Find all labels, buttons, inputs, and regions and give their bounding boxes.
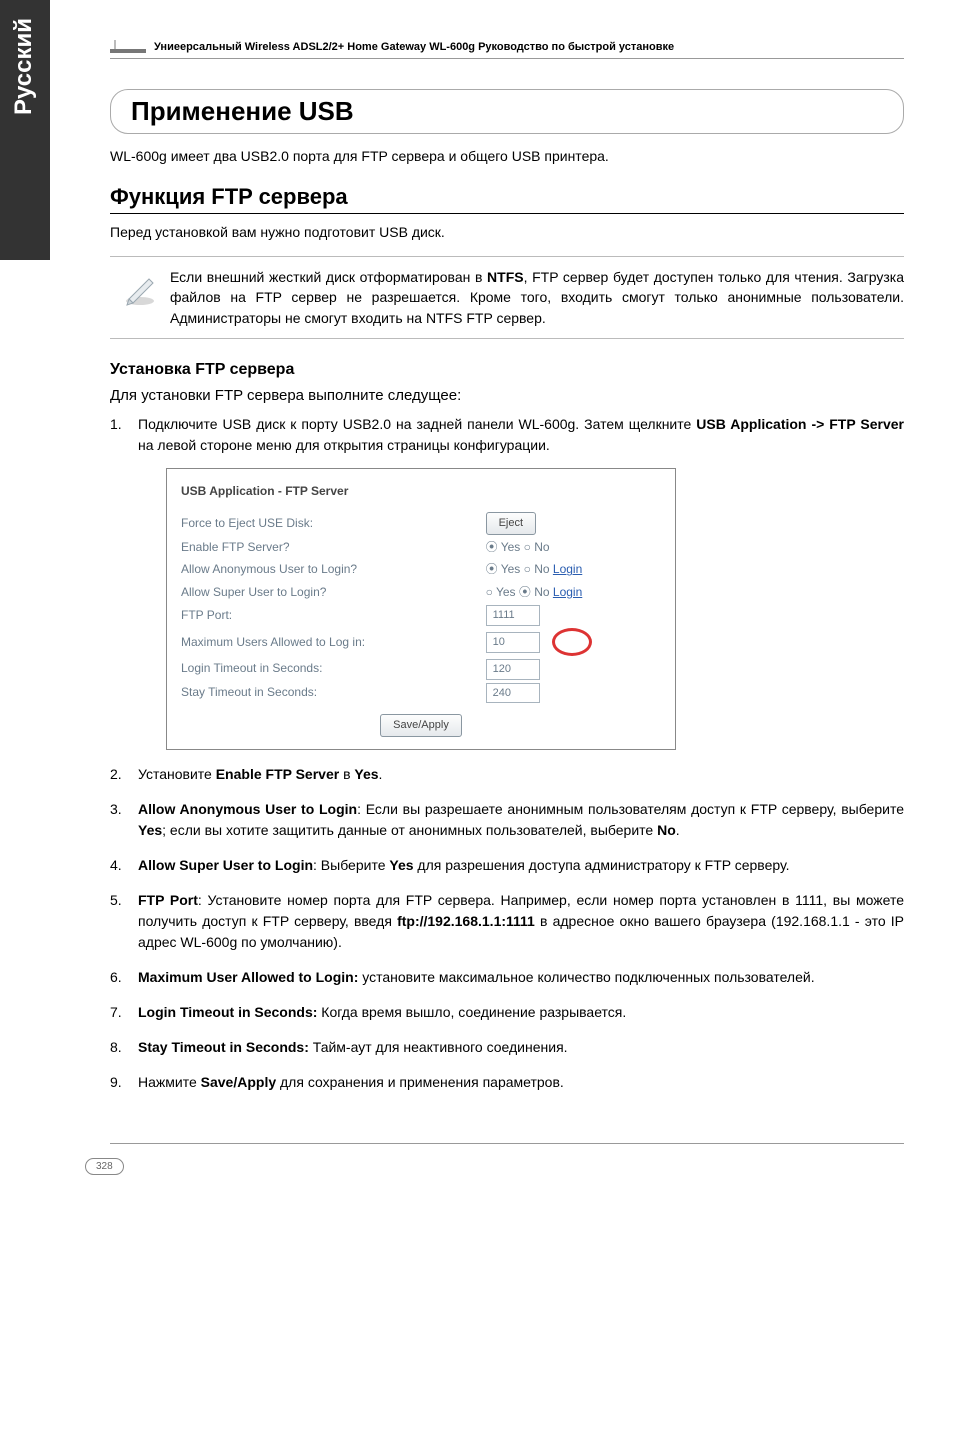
s3f: . bbox=[676, 822, 680, 838]
step-1: Подключите USB диск к порту USB2.0 на за… bbox=[110, 414, 904, 750]
intro-text: WL-600g имеет два USB2.0 порта для FTP с… bbox=[110, 148, 904, 164]
page-body: Униеерсальный Wireless ADSL2/2+ Home Gat… bbox=[70, 0, 954, 1205]
s6a: Maximum User Allowed to Login: bbox=[138, 969, 358, 985]
footer-rule bbox=[110, 1143, 904, 1144]
s8b: Тайм-аут для неактивного соединения. bbox=[309, 1039, 568, 1055]
section-ftp-heading: Функция FTP сервера bbox=[110, 184, 904, 214]
s4d: для разрешения доступа администратору к … bbox=[414, 857, 790, 873]
s5a: FTP Port bbox=[138, 892, 198, 908]
s2e: . bbox=[379, 766, 383, 782]
step-5: FTP Port: Установите номер порта для FTP… bbox=[110, 890, 904, 953]
row-port-label: FTP Port: bbox=[181, 603, 486, 627]
prep-text: Перед установкой вам нужно подготовит US… bbox=[110, 224, 904, 240]
row-eject-label: Force to Eject USE Disk: bbox=[181, 511, 486, 536]
stay-timeout-input[interactable]: 240 bbox=[486, 683, 540, 704]
row-stimeout-label: Stay Timeout in Seconds: bbox=[181, 681, 486, 705]
step1-pre: Подключите USB диск к порту USB2.0 на за… bbox=[138, 416, 696, 432]
s9b: Save/Apply bbox=[201, 1074, 276, 1090]
page-number: 328 bbox=[85, 1158, 124, 1175]
s9a: Нажмите bbox=[138, 1074, 201, 1090]
router-icon bbox=[110, 40, 146, 54]
anon-login-link[interactable]: Login bbox=[553, 562, 582, 576]
row-super-label: Allow Super User to Login? bbox=[181, 581, 486, 603]
note-box: Если внешний жесткий диск отформатирован… bbox=[110, 256, 904, 339]
s3a: Allow Anonymous User to Login bbox=[138, 801, 357, 817]
s4c: Yes bbox=[389, 857, 413, 873]
step-2: Установите Enable FTP Server в Yes. bbox=[110, 764, 904, 785]
language-sidebar: Русский bbox=[0, 0, 50, 260]
page-title: Применение USB bbox=[131, 96, 883, 127]
s3c: Yes bbox=[138, 822, 162, 838]
step-8: Stay Timeout in Seconds: Тайм-аут для не… bbox=[110, 1037, 904, 1058]
step1-bold: USB Application -> FTP Server bbox=[696, 416, 904, 432]
s3e: No bbox=[657, 822, 676, 838]
header-text: Униеерсальный Wireless ADSL2/2+ Home Gat… bbox=[154, 41, 674, 53]
screenshot-title: USB Application - FTP Server bbox=[181, 481, 661, 501]
s2c: в bbox=[339, 766, 354, 782]
max-users-input[interactable]: 10 bbox=[486, 632, 540, 653]
s6b: установите максимальное количество подкл… bbox=[358, 969, 814, 985]
step-7: Login Timeout in Seconds: Когда время вы… bbox=[110, 1002, 904, 1023]
step-6: Maximum User Allowed to Login: установит… bbox=[110, 967, 904, 988]
screenshot-table: Force to Eject USE Disk:Eject Enable FTP… bbox=[181, 511, 661, 704]
row-enable-label: Enable FTP Server? bbox=[181, 536, 486, 558]
pencil-icon bbox=[110, 267, 170, 328]
s7a: Login Timeout in Seconds: bbox=[138, 1004, 317, 1020]
highlight-circle bbox=[552, 628, 592, 656]
s2b: Enable FTP Server bbox=[216, 766, 339, 782]
row-anon-value[interactable]: ⦿ Yes ○ No bbox=[486, 562, 553, 576]
step-3: Allow Anonymous User to Login: Если вы р… bbox=[110, 799, 904, 841]
install-subheading: Установка FTP сервера bbox=[110, 361, 904, 379]
row-max-label: Maximum Users Allowed to Log in: bbox=[181, 627, 486, 657]
s7b: Когда время вышло, соединение разрываетс… bbox=[317, 1004, 626, 1020]
page-footer: 328 bbox=[110, 1143, 904, 1175]
s4a: Allow Super User to Login bbox=[138, 857, 313, 873]
s2d: Yes bbox=[354, 766, 378, 782]
s3b: : Если вы разрешаете анонимным пользоват… bbox=[357, 801, 904, 817]
s3d: ; если вы хотите защитить данные от анон… bbox=[162, 822, 657, 838]
row-ltimeout-label: Login Timeout in Seconds: bbox=[181, 657, 486, 681]
running-header: Униеерсальный Wireless ADSL2/2+ Home Gat… bbox=[110, 40, 904, 59]
s8a: Stay Timeout in Seconds: bbox=[138, 1039, 309, 1055]
step1-post: на левой стороне меню для открытия стран… bbox=[138, 437, 550, 453]
s5c: ftp://192.168.1.1:1111 bbox=[397, 913, 535, 929]
language-label: Русский bbox=[0, 0, 48, 133]
note-text: Если внешний жесткий диск отформатирован… bbox=[170, 267, 904, 328]
steps-list: Подключите USB диск к порту USB2.0 на за… bbox=[110, 414, 904, 1093]
step-9: Нажмите Save/Apply для сохранения и прим… bbox=[110, 1072, 904, 1093]
s2a: Установите bbox=[138, 766, 216, 782]
row-anon-label: Allow Anonymous User to Login? bbox=[181, 558, 486, 580]
save-apply-button[interactable]: Save/Apply bbox=[380, 714, 462, 737]
row-enable-value[interactable]: ⦿ Yes ○ No bbox=[486, 536, 661, 558]
note-part-1: Если внешний жесткий диск отформатирован… bbox=[170, 269, 487, 285]
eject-button[interactable]: Eject bbox=[486, 512, 536, 535]
s9c: для сохранения и применения параметров. bbox=[276, 1074, 564, 1090]
note-bold-ntfs: NTFS bbox=[487, 269, 524, 285]
login-timeout-input[interactable]: 120 bbox=[486, 659, 540, 680]
ftp-config-screenshot: USB Application - FTP Server Force to Ej… bbox=[166, 468, 676, 750]
step-4: Allow Super User to Login: Выберите Yes … bbox=[110, 855, 904, 876]
ftp-port-input[interactable]: 1111 bbox=[486, 605, 540, 626]
row-super-value[interactable]: ○ Yes ⦿ No bbox=[486, 585, 553, 599]
title-box: Применение USB bbox=[110, 89, 904, 134]
install-intro: Для установки FTP сервера выполните след… bbox=[110, 387, 904, 404]
s4b: : Выберите bbox=[313, 857, 389, 873]
super-login-link[interactable]: Login bbox=[553, 585, 582, 599]
